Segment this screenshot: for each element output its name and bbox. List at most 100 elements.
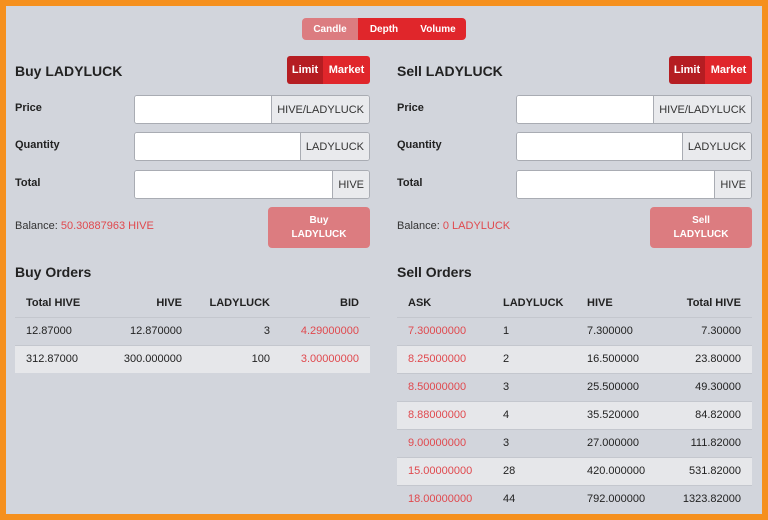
buy-price-input[interactable]	[135, 96, 272, 123]
sell-total-label: Total	[397, 177, 423, 189]
col-ladyluck: LADYLUCK	[209, 296, 271, 309]
cell-ask[interactable]: 8.50000000	[397, 372, 492, 401]
sell-balance-label: Balance:	[397, 220, 440, 232]
table-row[interactable]: 312.87000 300.000000 100 3.00000000	[15, 344, 370, 373]
buy-price-label: Price	[15, 102, 42, 114]
table-row[interactable]: 7.30000000 1 7.300000 7.30000	[397, 316, 752, 345]
sell-balance-value[interactable]: 0 LADYLUCK	[443, 220, 510, 232]
sell-submit-line1: Sell	[692, 214, 710, 226]
buy-quantity-field: LADYLUCK	[134, 132, 370, 161]
sell-submit-line2: LADYLUCK	[673, 228, 729, 240]
cell-total-hive: 49.30000	[666, 372, 752, 401]
cell-hive: 16.500000	[576, 344, 666, 373]
buy-total-input[interactable]	[135, 171, 333, 198]
cell-ladyluck: 44	[492, 484, 576, 513]
cell-ask[interactable]: 15.00000000	[397, 456, 492, 485]
buy-orders-header-row: Total HIVE HIVE LADYLUCK BID	[15, 289, 370, 317]
buy-limit-button[interactable]: Limit	[287, 56, 323, 84]
cell-ask[interactable]: 7.30000000	[397, 316, 492, 345]
cell-hive: 7.300000	[576, 316, 666, 345]
sell-quantity-label: Quantity	[397, 139, 442, 151]
cell-total-hive: 312.87000	[15, 344, 107, 373]
cell-total-hive: 84.82000	[666, 400, 752, 429]
buy-market-button[interactable]: Market	[323, 56, 370, 84]
sell-submit-button[interactable]: Sell LADYLUCK	[650, 207, 752, 248]
cell-ladyluck: 100	[193, 344, 281, 373]
sell-quantity-row: Quantity LADYLUCK	[397, 132, 752, 161]
col-hive: HIVE	[587, 296, 613, 309]
cell-hive: 27.000000	[576, 428, 666, 457]
cell-ladyluck: 3	[492, 372, 576, 401]
table-row[interactable]: 8.50000000 3 25.500000 49.30000	[397, 372, 752, 401]
cell-ladyluck: 3	[492, 428, 576, 457]
sell-limit-button[interactable]: Limit	[669, 56, 705, 84]
buy-orders-title: Buy Orders	[15, 264, 92, 280]
tab-candle[interactable]: Candle	[302, 18, 358, 40]
cell-bid[interactable]: 4.29000000	[281, 316, 370, 345]
buy-total-field: HIVE	[134, 170, 370, 199]
cell-bid[interactable]: 3.00000000	[281, 344, 370, 373]
buy-balance-value[interactable]: 50.30887963 HIVE	[61, 220, 154, 232]
buy-submit-button[interactable]: Buy LADYLUCK	[268, 207, 370, 248]
col-hive: HIVE	[156, 296, 182, 309]
col-ladyluck: LADYLUCK	[503, 296, 564, 309]
sell-quantity-input[interactable]	[517, 133, 682, 160]
cell-ladyluck: 3	[193, 316, 281, 345]
sell-balance: Balance: 0 LADYLUCK	[397, 220, 510, 232]
cell-total-hive: 1323.82000	[666, 484, 752, 513]
table-row[interactable]: 15.00000000 28 420.000000 531.82000	[397, 456, 752, 485]
chart-tabs: Candle Depth Volume	[302, 18, 466, 40]
buy-quantity-unit: LADYLUCK	[299, 133, 369, 160]
sell-order-type-toggle: Limit Market	[669, 56, 752, 84]
cell-ask[interactable]: 18.00000000	[397, 484, 492, 513]
sell-market-button[interactable]: Market	[705, 56, 752, 84]
sell-title: Sell LADYLUCK	[397, 63, 503, 79]
buy-price-row: Price HIVE/LADYLUCK	[15, 95, 370, 124]
tab-volume[interactable]: Volume	[410, 18, 466, 40]
buy-quantity-input[interactable]	[135, 133, 300, 160]
cell-total-hive: 12.87000	[15, 316, 107, 345]
cell-ladyluck: 2	[492, 344, 576, 373]
cell-hive: 12.870000	[107, 316, 193, 345]
sell-price-input[interactable]	[517, 96, 654, 123]
table-row[interactable]: 12.87000 12.870000 3 4.29000000	[15, 316, 370, 345]
buy-balance: Balance: 50.30887963 HIVE	[15, 220, 154, 232]
cell-ask[interactable]: 8.88000000	[397, 400, 492, 429]
sell-total-input[interactable]	[517, 171, 715, 198]
col-total-hive: Total HIVE	[26, 296, 81, 309]
table-row[interactable]: 8.88000000 4 35.520000 84.82000	[397, 400, 752, 429]
cell-ladyluck: 4	[492, 400, 576, 429]
buy-orders-table: Total HIVE HIVE LADYLUCK BID 12.87000 12…	[15, 289, 370, 373]
sell-quantity-field: LADYLUCK	[516, 132, 752, 161]
cell-ask[interactable]: 9.00000000	[397, 428, 492, 457]
sell-quantity-unit: LADYLUCK	[681, 133, 751, 160]
sell-total-unit: HIVE	[714, 171, 751, 198]
tab-depth[interactable]: Depth	[358, 18, 410, 40]
buy-total-unit: HIVE	[332, 171, 369, 198]
table-row[interactable]: 9.00000000 3 27.000000 111.82000	[397, 428, 752, 457]
table-row[interactable]: 8.25000000 2 16.500000 23.80000	[397, 344, 752, 373]
buy-total-row: Total HIVE	[15, 170, 370, 199]
buy-title: Buy LADYLUCK	[15, 63, 123, 79]
cell-total-hive: 23.80000	[666, 344, 752, 373]
buy-quantity-label: Quantity	[15, 139, 60, 151]
cell-hive: 300.000000	[107, 344, 193, 373]
cell-ladyluck: 1	[492, 316, 576, 345]
buy-price-field: HIVE/LADYLUCK	[134, 95, 370, 124]
cell-total-hive: 111.82000	[666, 428, 752, 457]
buy-total-label: Total	[15, 177, 41, 189]
col-bid: BID	[340, 296, 359, 309]
buy-submit-line2: LADYLUCK	[291, 228, 347, 240]
exchange-frame: Candle Depth Volume Buy LADYLUCK Limit M…	[6, 6, 762, 514]
buy-price-unit: HIVE/LADYLUCK	[271, 96, 369, 123]
cell-hive: 792.000000	[576, 484, 666, 513]
sell-price-field: HIVE/LADYLUCK	[516, 95, 752, 124]
cell-ask[interactable]: 8.25000000	[397, 344, 492, 373]
sell-orders-header-row: ASK LADYLUCK HIVE Total HIVE	[397, 289, 752, 317]
sell-price-unit: HIVE/LADYLUCK	[653, 96, 751, 123]
sell-orders-title: Sell Orders	[397, 264, 472, 280]
table-row[interactable]: 18.00000000 44 792.000000 1323.82000	[397, 484, 752, 513]
sell-total-field: HIVE	[516, 170, 752, 199]
sell-orders-table: ASK LADYLUCK HIVE Total HIVE 7.30000000 1…	[397, 289, 752, 513]
cell-ladyluck: 28	[492, 456, 576, 485]
